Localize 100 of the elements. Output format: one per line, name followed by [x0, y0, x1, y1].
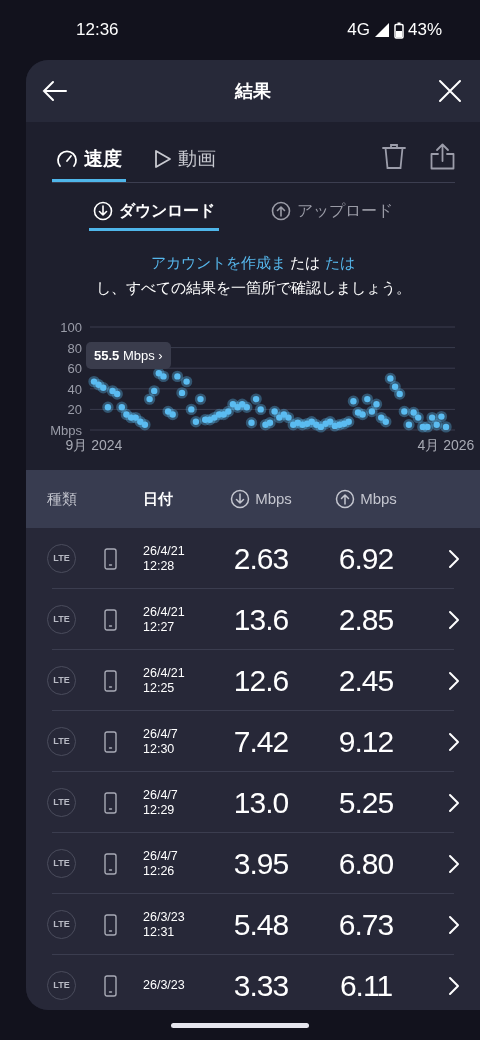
chevron-icon — [448, 609, 460, 630]
data-point — [102, 401, 114, 413]
battery-icon — [393, 21, 404, 39]
close-button[interactable] — [438, 79, 462, 103]
upload-icon — [271, 201, 291, 221]
chevron-icon — [448, 975, 460, 996]
data-point — [389, 381, 401, 393]
phone-icon — [104, 608, 117, 631]
data-point — [185, 403, 197, 416]
data-point — [370, 398, 383, 410]
column-header[interactable]: Mbps — [213, 487, 309, 511]
data-point — [222, 405, 234, 418]
y-axis-label: 40 — [67, 381, 82, 397]
result-row[interactable]: LTE 26/4/7 12:29 13.0 5.25 — [26, 772, 480, 833]
play-icon — [154, 148, 172, 169]
y-axis-label: 20 — [67, 402, 82, 418]
data-point — [241, 401, 253, 413]
data-point — [398, 405, 410, 418]
upload-speed: 5.25 — [337, 785, 395, 821]
signal-icon — [373, 22, 390, 38]
data-point — [356, 408, 369, 421]
download-speed: 13.0 — [232, 785, 290, 821]
subtab[interactable]: アップロード — [267, 195, 397, 231]
result-row[interactable]: LTE 26/4/21 12:28 2.63 6.92 — [26, 528, 480, 589]
column-header[interactable]: Mbps — [309, 487, 423, 511]
sign-up-link[interactable]: たは — [324, 255, 355, 271]
test-date: 26/4/21 12:28 — [143, 543, 186, 574]
data-point — [194, 393, 207, 405]
gauge-icon — [56, 148, 78, 169]
result-row[interactable]: LTE 26/4/7 12:30 7.42 9.12 — [26, 711, 480, 772]
screen-title: 結果 — [235, 79, 271, 103]
phone-icon — [104, 852, 117, 875]
data-point — [250, 393, 262, 405]
value-tooltip[interactable]: 55.5 Mbps › — [86, 342, 171, 369]
y-axis-label: 80 — [67, 340, 82, 356]
test-date: 26/4/7 12:29 — [143, 787, 179, 818]
download-icon — [230, 489, 251, 509]
network-type: 4G — [347, 19, 370, 42]
data-point — [403, 419, 415, 431]
upload-speed: 6.80 — [337, 846, 395, 882]
sign-up-link[interactable]: アカウントを作成ま — [151, 255, 287, 271]
delete-button[interactable] — [382, 143, 406, 170]
upload-speed: 6.92 — [337, 541, 395, 577]
data-point — [116, 401, 128, 413]
data-point — [157, 370, 170, 383]
data-point — [97, 382, 109, 394]
result-row[interactable]: LTE 26/4/7 12:26 3.95 6.80 — [26, 833, 480, 894]
data-point — [380, 416, 392, 428]
download-speed: 13.6 — [232, 602, 290, 638]
phone-icon — [104, 730, 117, 753]
download-speed: 12.6 — [232, 663, 290, 699]
phone-icon — [104, 974, 117, 997]
chevron-icon — [448, 731, 460, 752]
data-point — [176, 387, 188, 399]
x-axis-label: 4月 2026 — [417, 437, 475, 453]
data-point — [111, 388, 123, 400]
upload-speed: 6.11 — [338, 968, 394, 1004]
data-point — [431, 419, 443, 431]
column-header[interactable]: 種類 — [47, 487, 143, 511]
result-row[interactable]: LTE 26/4/21 12:25 12.6 2.45 — [26, 650, 480, 711]
download-speed: 3.33 — [232, 968, 290, 1004]
back-button[interactable] — [42, 80, 68, 102]
data-point — [435, 410, 448, 423]
chevron-icon — [448, 792, 460, 813]
data-point — [167, 408, 179, 421]
subtab[interactable]: ダウンロード — [89, 195, 219, 231]
data-point — [384, 372, 397, 385]
result-row[interactable]: LTE 26/4/21 12:27 13.6 2.85 — [26, 589, 480, 650]
upload-icon — [335, 489, 356, 509]
upload-speed: 6.73 — [337, 907, 395, 943]
data-point — [440, 421, 452, 433]
data-point — [426, 411, 438, 424]
phone-icon — [104, 547, 117, 570]
download-speed: 3.95 — [232, 846, 290, 882]
battery-percent: 43% — [407, 19, 442, 42]
data-point — [139, 419, 151, 431]
home-indicator[interactable] — [171, 1022, 309, 1028]
data-point — [171, 370, 184, 383]
phone-icon — [104, 669, 117, 692]
tab[interactable]: 速度 — [52, 136, 126, 182]
tab[interactable]: 動画 — [150, 136, 220, 182]
data-point — [180, 375, 193, 388]
phone-icon — [104, 791, 117, 814]
upload-speed: 2.45 — [337, 663, 395, 699]
test-date: 26/3/23 — [143, 978, 186, 993]
chevron-icon — [448, 670, 460, 691]
chevron-icon — [448, 853, 460, 874]
data-point — [394, 388, 406, 400]
test-date: 26/4/21 12:25 — [143, 665, 186, 696]
result-row[interactable]: LTE 26/3/23 12:31 5.48 6.73 — [26, 894, 480, 955]
test-date: 26/4/7 12:30 — [143, 726, 179, 757]
status-time: 12:36 — [76, 19, 119, 42]
column-header[interactable]: 日付 — [143, 487, 213, 511]
data-point — [143, 393, 156, 405]
download-speed: 2.63 — [232, 541, 290, 577]
download-speed: 7.42 — [232, 724, 290, 760]
data-point — [245, 417, 258, 429]
data-point — [264, 417, 276, 429]
share-button[interactable] — [430, 143, 455, 170]
y-axis-label: 100 — [60, 320, 82, 335]
